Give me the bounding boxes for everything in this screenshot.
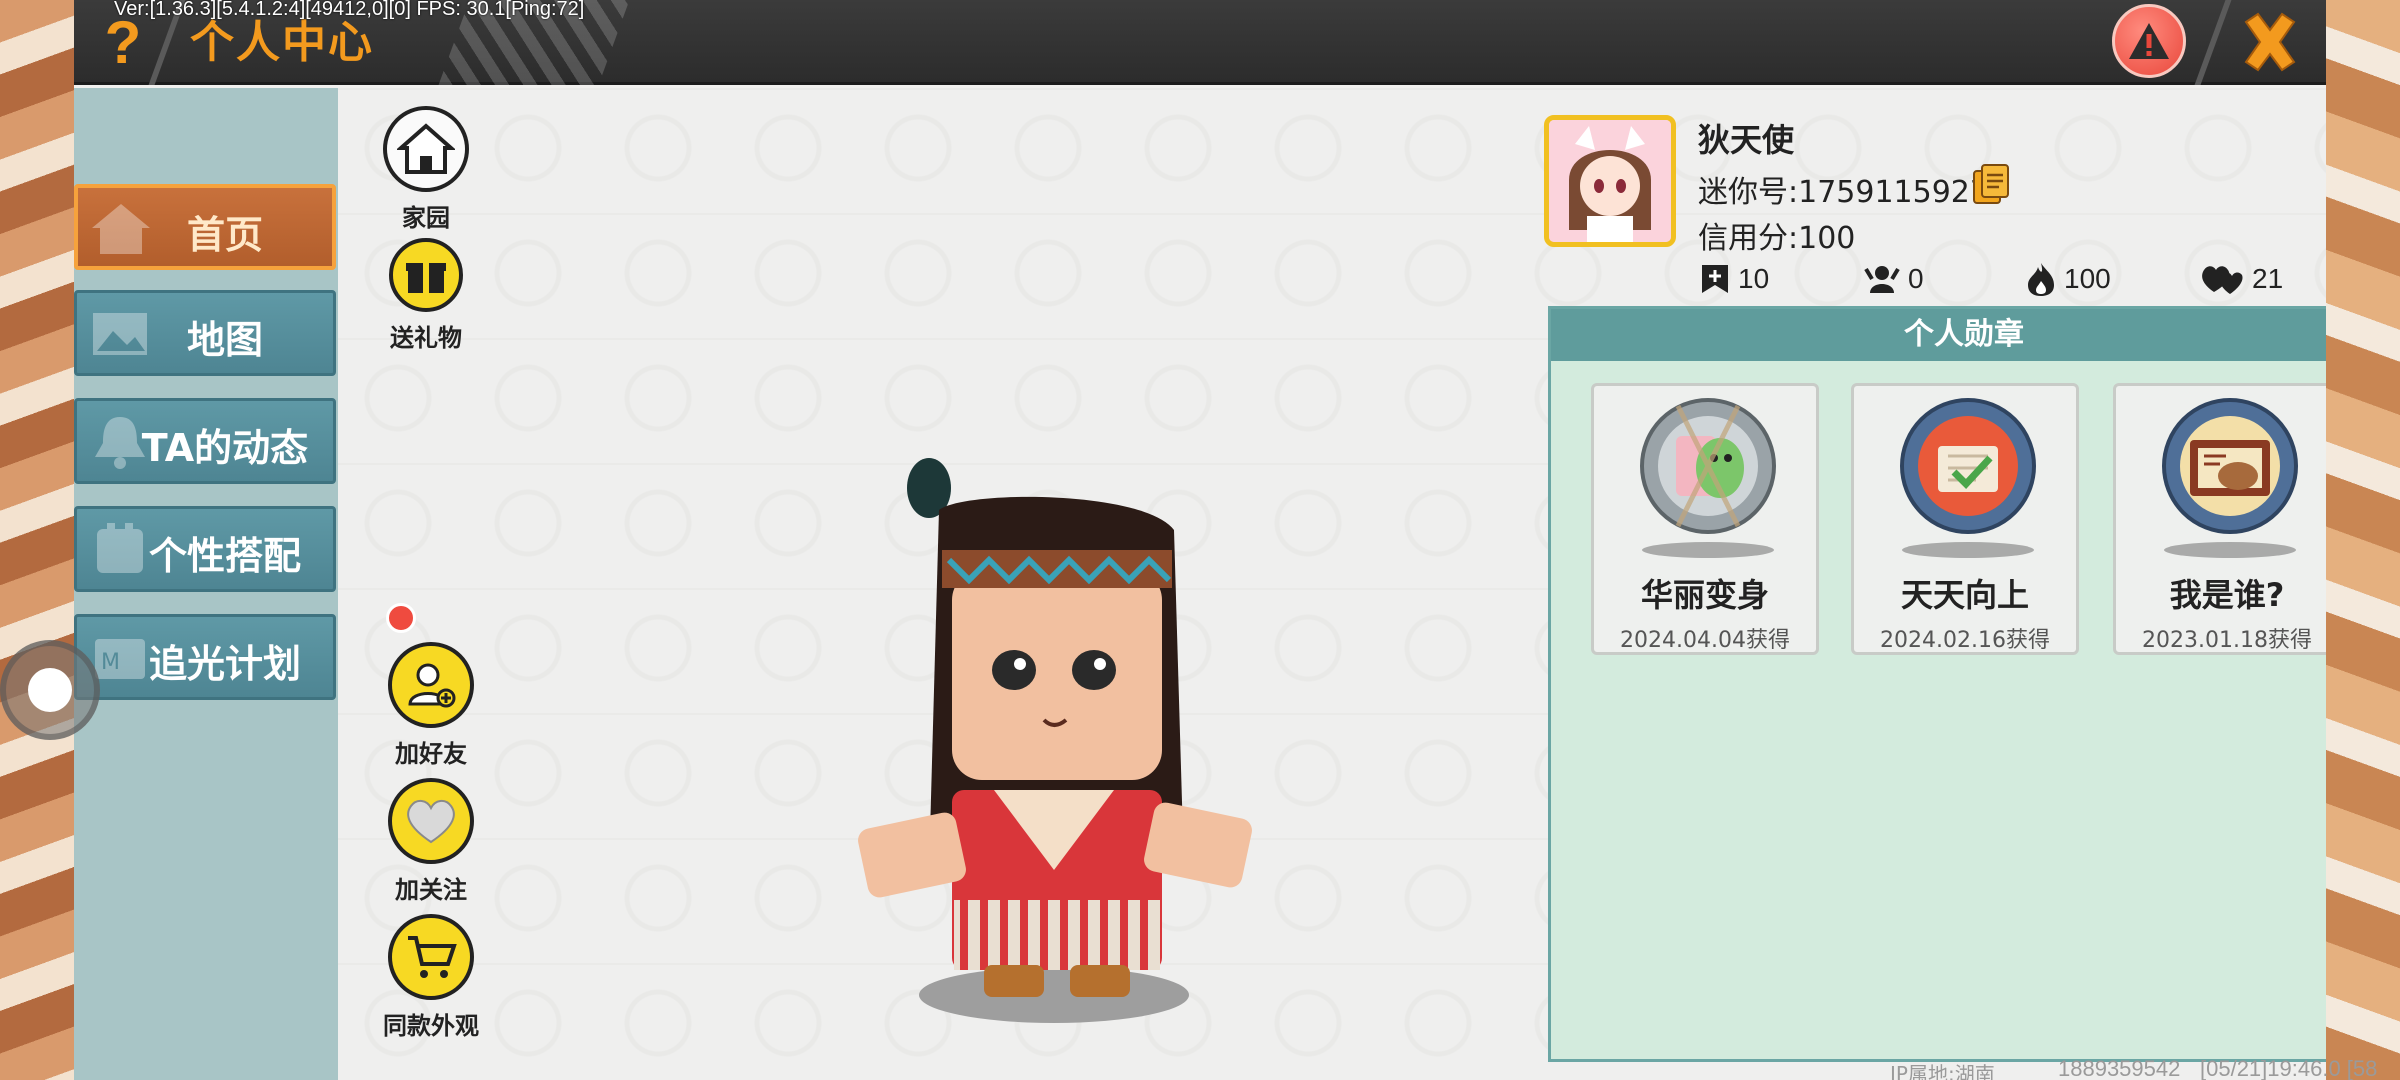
stat-fans[interactable]: 0	[1864, 259, 1924, 299]
medal-name: 华丽变身	[1640, 576, 1769, 614]
heart-icon	[388, 778, 474, 864]
stat-popularity[interactable]: 100	[2026, 259, 2111, 299]
stat-value: 0	[1908, 263, 1924, 294]
profile-stats: 10 0 100 21	[1700, 259, 2320, 299]
medal-progress-icon	[1900, 398, 2036, 534]
home-label: 家园	[402, 204, 450, 232]
close-icon[interactable]	[2234, 6, 2306, 78]
medal-card[interactable]: 华丽变身 2024.04.04获得	[1591, 383, 1819, 655]
fans-icon	[1864, 266, 1900, 293]
report-button[interactable]	[2112, 4, 2186, 78]
credit-score: 信用分:100	[1698, 221, 1856, 256]
stat-value: 10	[1738, 263, 1770, 294]
cart-icon	[388, 914, 474, 1000]
avatar-portrait	[1549, 120, 1671, 242]
send-gift-button[interactable]: 送礼物	[351, 238, 501, 353]
follow-label: 加关注	[395, 876, 467, 904]
add-friend-button[interactable]: 加好友	[356, 642, 506, 769]
sidebar: 首页 地图 TA的动态 个性搭配 M 追光计划	[74, 88, 338, 1080]
sidebar-item-label: TA的动态	[141, 426, 309, 470]
profile-main-area: 家园 送礼物 加好友 加关注 同款外观 狄天使 迷你号:1759115927 信…	[338, 88, 2326, 1080]
sidebar-item-label: 个性搭配	[148, 534, 301, 578]
same-outfit-label: 同款外观	[383, 1012, 479, 1040]
profile-card: 狄天使 迷你号:1759115927 信用分:100 10 0 100 21	[1544, 115, 2326, 315]
stat-likes[interactable]: 21	[2200, 259, 2283, 299]
game-scene-left	[0, 0, 78, 1080]
medal-card[interactable]: 我是谁? 2023.01.18获得	[2113, 383, 2326, 655]
personal-center-window: ? 个人中心 Ver:[1.36.3][5.4.1.2:4][49412,0][…	[74, 0, 2326, 1080]
medal-name: 我是谁?	[2169, 576, 2285, 614]
floating-assist-button[interactable]	[0, 640, 100, 740]
flame-icon	[2028, 263, 2054, 296]
same-outfit-button[interactable]: 同款外观	[356, 914, 506, 1041]
follow-button[interactable]: 加关注	[356, 778, 506, 905]
gift-icon	[389, 238, 463, 312]
debug-info: Ver:[1.36.3][5.4.1.2:4][49412,0][0] FPS:…	[114, 0, 585, 20]
mini-id: 迷你号:1759115927	[1698, 175, 1989, 210]
add-friend-icon	[388, 642, 474, 728]
sidebar-item-label: 地图	[186, 318, 263, 362]
medal-name: 天天向上	[1900, 576, 2029, 614]
stat-collect[interactable]: 10	[1700, 259, 1769, 299]
plus-bookmark-icon	[1702, 265, 1728, 293]
medals-panel: 个人勋章 华丽变身 2024.04.04获得 天天向上 2024.02.16获得…	[1548, 306, 2326, 1062]
medal-card[interactable]: 天天向上 2024.02.16获得	[1851, 383, 2079, 655]
medal-transform-icon	[1640, 398, 1776, 534]
title-divider-right	[2194, 0, 2232, 85]
send-gift-label: 送礼物	[390, 324, 462, 352]
sidebar-item-label: 追光计划	[148, 642, 301, 686]
sidebar-item-outfit[interactable]: 个性搭配	[74, 506, 336, 592]
hearts-icon	[2202, 266, 2243, 294]
sidebar-item-home[interactable]: 首页	[74, 184, 336, 270]
stat-value: 21	[2252, 263, 2284, 294]
medal-shadow	[2164, 542, 2296, 558]
sidebar-item-activity[interactable]: TA的动态	[74, 398, 336, 484]
medal-date: 2024.04.04获得	[1620, 628, 1790, 653]
footer-uid: 1889359542	[2058, 1056, 2181, 1080]
sidebar-item-label: 首页	[186, 213, 263, 257]
game-scene-right	[2322, 0, 2400, 1080]
home-icon	[383, 106, 469, 192]
copy-icon[interactable]	[1972, 163, 2010, 205]
home-button[interactable]: 家园	[351, 106, 501, 233]
notification-badge	[386, 603, 416, 633]
medal-date: 2023.01.18获得	[2142, 628, 2312, 653]
medal-shadow	[1902, 542, 2034, 558]
sidebar-item-map[interactable]: 地图	[74, 290, 336, 376]
title-bar: ? 个人中心 Ver:[1.36.3][5.4.1.2:4][49412,0][…	[74, 0, 2326, 85]
character-model[interactable]	[844, 450, 1264, 1040]
warning-icon	[2129, 23, 2169, 59]
add-friend-label: 加好友	[395, 740, 467, 768]
avatar[interactable]	[1544, 115, 1676, 247]
stat-value: 100	[2064, 263, 2111, 294]
ip-location: IP属地:湖南	[1890, 1062, 1995, 1080]
player-name: 狄天使	[1698, 121, 1795, 159]
medals-title: 个人勋章	[1551, 309, 2326, 361]
sidebar-item-chasing-light[interactable]: M 追光计划	[74, 614, 336, 700]
medal-shadow	[1642, 542, 1774, 558]
medal-identity-icon	[2162, 398, 2298, 534]
medal-date: 2024.02.16获得	[1880, 628, 2050, 653]
footer-time: [05/21]19:46.0 [58	[2200, 1056, 2378, 1080]
